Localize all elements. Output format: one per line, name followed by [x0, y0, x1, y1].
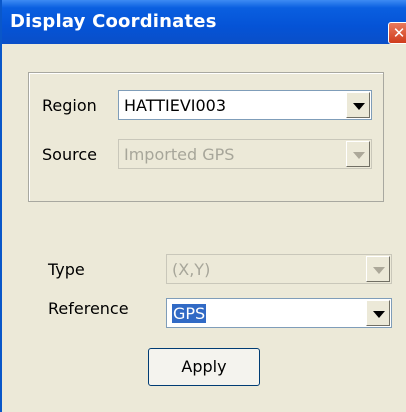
title-bar[interactable]: Display Coordinates ✕: [2, 0, 406, 44]
source-value: Imported GPS: [124, 145, 235, 164]
close-icon: ✕: [392, 24, 406, 42]
region-value: HATTIEVI003: [124, 96, 227, 115]
chevron-down-icon[interactable]: [346, 141, 370, 167]
region-label: Region: [42, 96, 97, 115]
type-select[interactable]: (X,Y): [166, 254, 392, 284]
window-title: Display Coordinates: [10, 11, 217, 32]
reference-label: Reference: [48, 299, 129, 318]
display-coordinates-dialog: Display Coordinates ✕ Region HATTIEVI003…: [0, 0, 406, 412]
close-button[interactable]: ✕: [388, 22, 406, 44]
source-select[interactable]: Imported GPS: [118, 139, 372, 169]
source-label: Source: [42, 145, 97, 164]
reference-select[interactable]: GPS: [166, 298, 392, 328]
reference-value: GPS: [172, 304, 207, 323]
apply-button[interactable]: Apply: [148, 348, 260, 386]
type-label: Type: [48, 260, 85, 279]
chevron-down-icon[interactable]: [366, 256, 390, 282]
chevron-down-icon[interactable]: [346, 92, 370, 118]
chevron-down-icon[interactable]: [366, 300, 390, 326]
type-value: (X,Y): [172, 260, 211, 279]
region-select[interactable]: HATTIEVI003: [118, 90, 372, 120]
